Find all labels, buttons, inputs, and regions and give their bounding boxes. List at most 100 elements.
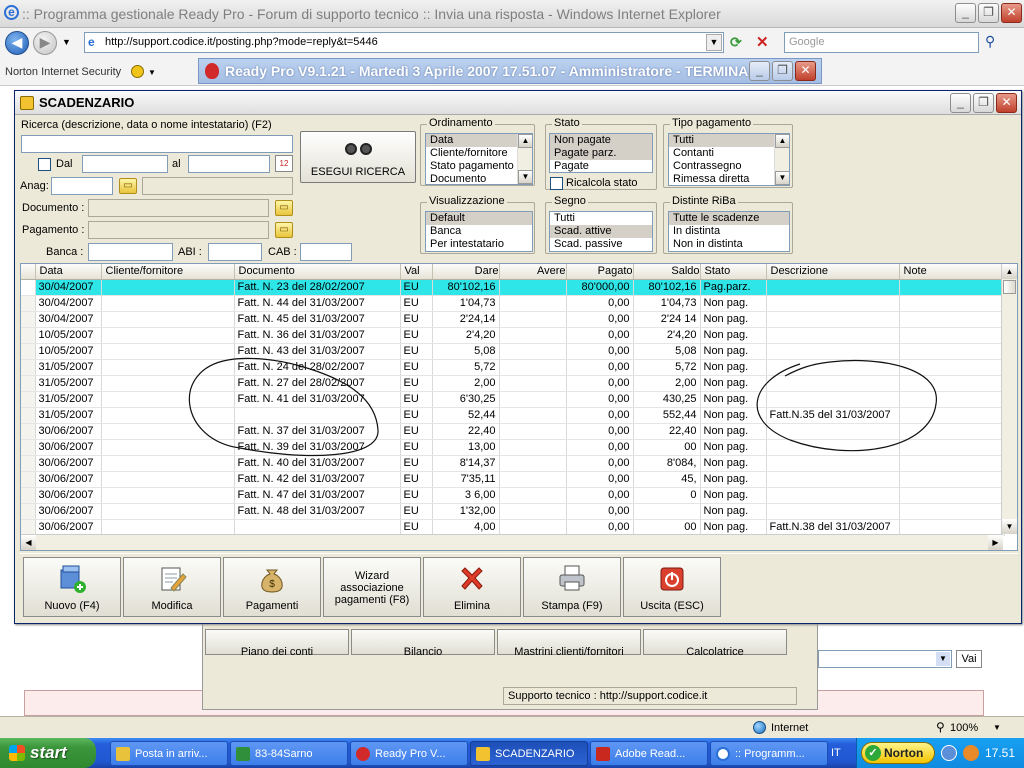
mastrini-button[interactable]: Mastrini clienti/fornitori <box>497 629 641 658</box>
tipo-pagamento-list[interactable]: Tutti Contanti Contrassegno Rimessa dire… <box>668 133 790 186</box>
ie-maximize-button[interactable]: ❐ <box>978 3 999 23</box>
vai-button[interactable]: Vai <box>956 650 982 668</box>
search-input[interactable]: Google <box>784 32 979 53</box>
scadenzario-minimize-button[interactable]: _ <box>950 93 971 113</box>
table-row[interactable]: 10/05/2007 Fatt. N. 36 del 31/03/2007 EU 2'… <box>21 327 1005 344</box>
scadenzario-close-button[interactable]: ✕ <box>996 93 1017 113</box>
row-indicator[interactable] <box>21 295 36 312</box>
search-icon[interactable]: ⚲ <box>985 33 995 50</box>
piano-conti-button[interactable]: Piano dei conti <box>205 629 349 658</box>
segno-item[interactable]: Scad. attive <box>550 225 652 238</box>
scroll-left-icon[interactable]: ◀ <box>21 535 36 550</box>
visualizzazione-list[interactable]: Default Banca Per intestatario <box>425 211 533 252</box>
nuovo-button[interactable]: Nuovo (F4) <box>23 557 121 617</box>
ie-close-button[interactable]: ✕ <box>1001 3 1022 23</box>
stampa-button[interactable]: Stampa (F9) <box>523 557 621 617</box>
row-indicator[interactable] <box>21 519 36 536</box>
row-indicator[interactable] <box>21 487 36 504</box>
zoom-label[interactable]: 100% <box>950 722 978 734</box>
cab-field[interactable] <box>300 243 352 261</box>
row-indicator[interactable] <box>21 503 36 520</box>
column-header[interactable]: Saldo <box>633 264 701 280</box>
norton-dropdown-icon[interactable]: ▼ <box>148 68 156 77</box>
scadenze-table[interactable]: Data Cliente/fornitore Documento Val Dare Ave… <box>20 263 1018 551</box>
banca-field[interactable] <box>88 243 173 261</box>
row-indicator[interactable] <box>21 407 36 424</box>
table-row[interactable]: 31/05/2007 Fatt. N. 24 del 28/02/2007 EU 5,… <box>21 359 1005 376</box>
row-indicator[interactable] <box>21 343 36 360</box>
column-header[interactable]: Stato <box>700 264 767 280</box>
address-bar[interactable]: e http://support.codice.it/posting.php?m… <box>84 32 724 53</box>
esegui-ricerca-button[interactable]: ESEGUI RICERCA <box>300 131 416 183</box>
language-indicator[interactable]: IT <box>831 747 841 759</box>
bottom-select[interactable]: ▼ <box>818 650 952 668</box>
scroll-up-icon[interactable]: ▲ <box>518 134 532 148</box>
row-indicator[interactable] <box>21 279 36 296</box>
norton-badge[interactable]: ✓ Norton <box>861 742 935 764</box>
tipo-pagamento-item[interactable]: Rimessa diretta <box>669 173 789 185</box>
segno-item[interactable]: Tutti <box>550 212 652 225</box>
anag-code-field[interactable] <box>51 177 113 195</box>
start-button[interactable]: start <box>0 738 96 768</box>
anag-folder-icon[interactable]: ▭ <box>119 178 137 194</box>
abi-field[interactable] <box>208 243 262 261</box>
table-row[interactable]: 30/04/2007 Fatt. N. 44 del 31/03/2007 EU 1'… <box>21 295 1005 312</box>
task-adobe[interactable]: Adobe Read... <box>590 741 708 766</box>
column-header[interactable]: Avere <box>499 264 567 280</box>
table-row[interactable]: 10/05/2007 Fatt. N. 43 del 31/03/2007 EU 5,… <box>21 343 1005 360</box>
dal-checkbox[interactable] <box>38 158 51 171</box>
readypro-minimize-button[interactable]: _ <box>749 61 770 81</box>
table-row[interactable]: 30/06/2007 Fatt. N. 42 del 31/03/2007 EU 7'… <box>21 471 1005 488</box>
row-indicator[interactable] <box>21 327 36 344</box>
elimina-button[interactable]: Elimina <box>423 557 521 617</box>
back-icon[interactable]: ◀ <box>5 31 29 55</box>
column-header[interactable]: Data <box>35 264 102 280</box>
zoom-icon[interactable]: ⚲ <box>936 720 945 734</box>
tipo-pagamento-item[interactable]: Tutti <box>669 134 789 147</box>
scroll-up-icon[interactable]: ▲ <box>1002 264 1017 279</box>
table-row[interactable]: 30/06/2007 Fatt. N. 48 del 31/03/2007 EU 1'… <box>21 503 1005 520</box>
ie-minimize-button[interactable]: _ <box>955 3 976 23</box>
scroll-thumb[interactable] <box>1003 280 1016 294</box>
refresh-icon[interactable]: ⟳ <box>730 34 742 51</box>
row-indicator[interactable] <box>21 423 36 440</box>
segno-list[interactable]: Tutti Scad. attive Scad. passive <box>549 211 653 252</box>
distinte-riba-item[interactable]: In distinta <box>669 225 789 238</box>
visualizzazione-item[interactable]: Default <box>426 212 532 225</box>
table-horizontal-scrollbar[interactable]: ◀ ▶ <box>21 534 1003 550</box>
distinte-riba-list[interactable]: Tutte le scadenze In distinta Non in dis… <box>668 211 790 252</box>
pagamento-folder-icon[interactable]: ▭ <box>275 222 293 238</box>
search-field[interactable] <box>21 135 293 153</box>
row-indicator[interactable] <box>21 455 36 472</box>
stato-item[interactable]: Pagate <box>550 160 652 172</box>
table-row[interactable]: 30/06/2007 Fatt. N. 37 del 31/03/2007 EU 22… <box>21 423 1005 440</box>
tipo-pagamento-scrollbar[interactable]: ▲ ▼ <box>774 134 789 185</box>
readypro-close-button[interactable]: ✕ <box>795 61 816 81</box>
scroll-up-icon[interactable]: ▲ <box>775 134 789 148</box>
wizard-button[interactable]: Wizard associazione pagamenti (F8) <box>323 557 421 617</box>
zoom-dropdown-icon[interactable]: ▼ <box>993 723 1001 732</box>
table-row[interactable]: 31/05/2007 Fatt. N. 27 del 28/02/2007 EU 2,… <box>21 375 1005 392</box>
ordinamento-list[interactable]: Data Cliente/fornitore Stato pagamento D… <box>425 133 533 185</box>
table-row[interactable]: 31/05/2007 EU 52,44 0,00 552,44 Non pag. Fatt.… <box>21 407 1005 424</box>
column-header[interactable]: Note <box>899 264 1005 280</box>
column-header[interactable]: Pagato <box>566 264 634 280</box>
history-dropdown-icon[interactable]: ▼ <box>62 37 71 47</box>
dal-date-field[interactable] <box>82 155 168 173</box>
table-row[interactable]: 30/06/2007 Fatt. N. 47 del 31/03/2007 EU 3 … <box>21 487 1005 504</box>
readypro-maximize-button[interactable]: ❐ <box>772 61 793 81</box>
row-indicator[interactable] <box>21 311 36 328</box>
column-header[interactable]: Descrizione <box>766 264 900 280</box>
modifica-button[interactable]: Modifica <box>123 557 221 617</box>
row-indicator[interactable] <box>21 359 36 376</box>
scadenzario-maximize-button[interactable]: ❐ <box>973 93 994 113</box>
stato-item[interactable]: Pagate parz. <box>550 147 652 160</box>
documento-folder-icon[interactable]: ▭ <box>275 200 293 216</box>
table-row[interactable]: 30/04/2007 Fatt. N. 23 del 28/02/2007 EU 80… <box>21 279 1005 296</box>
scroll-down-icon[interactable]: ▼ <box>1002 519 1017 534</box>
bilancio-button[interactable]: Bilancio <box>351 629 495 658</box>
table-row[interactable]: 30/06/2007 EU 4,00 0,00 00 Non pag. Fatt.N.38 … <box>21 519 1005 536</box>
tipo-pagamento-item[interactable]: Contrassegno <box>669 160 789 173</box>
task-scadenzario[interactable]: SCADENZARIO <box>470 741 588 766</box>
distinte-riba-item[interactable]: Tutte le scadenze <box>669 212 789 225</box>
